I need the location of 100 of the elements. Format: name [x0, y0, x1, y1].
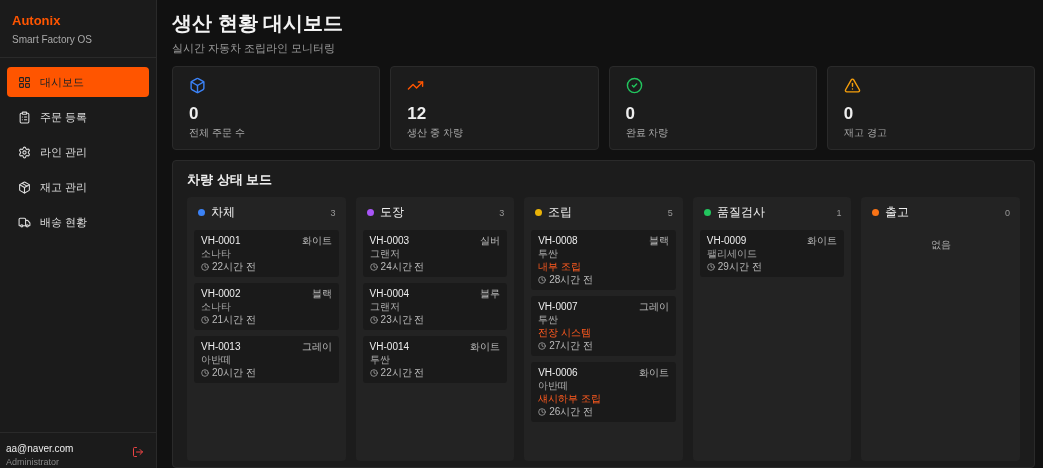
vehicle-id: VH-0002 [201, 288, 241, 300]
page-subtitle: 실시간 자동차 조립라인 모니터링 [172, 41, 337, 56]
vehicle-model: 그랜저 [369, 248, 401, 260]
vehicle-id: VH-0003 [369, 235, 410, 247]
clock-icon [706, 263, 715, 271]
nav-item[interactable]: 라인 관리 [7, 137, 149, 167]
column-title: 조립 [548, 204, 574, 221]
vehicle-model: 소나타 [201, 248, 232, 260]
logout-icon[interactable] [132, 446, 144, 458]
vehicle-model: 아반떼 [201, 354, 232, 366]
time-text: 27시간 전 [549, 340, 594, 352]
page-title: 생산 현황 대시보드 [172, 11, 345, 36]
clock-icon [201, 263, 209, 271]
process-step: 섀시하부 조립 [538, 393, 669, 405]
vehicle-card[interactable]: VH-0009 화이트 팰리세이드 29시간 전 [699, 230, 845, 277]
clock-icon [369, 316, 378, 324]
process-step: 내부 조립 [538, 261, 669, 273]
time-text: 22시간 전 [212, 261, 256, 273]
stat-value: 12 [407, 104, 428, 124]
vehicle-id: VH-0014 [369, 341, 410, 353]
stat-value: 0 [189, 104, 200, 124]
nav-item[interactable]: 재고 관리 [7, 172, 149, 202]
clock-icon [201, 316, 209, 324]
vehicle-id: VH-0008 [538, 235, 578, 247]
clock-icon [538, 342, 547, 350]
vehicle-card[interactable]: VH-0008 블랙 투싼 내부 조립 28시간 전 [531, 230, 676, 290]
stat-value: 0 [843, 104, 855, 124]
vehicle-card[interactable]: VH-0004 블루 그랜저 23시간 전 [362, 283, 508, 330]
vehicle-model: 투싼 [538, 248, 560, 260]
check-circle-icon [625, 77, 643, 94]
cube-icon [189, 77, 206, 94]
stat-label: 생산 중 차량 [407, 126, 464, 140]
time-text: 20시간 전 [212, 367, 256, 379]
time-text: 22시간 전 [380, 367, 425, 379]
process-step: 전장 시스템 [538, 327, 669, 339]
column-title: 차체 [211, 204, 236, 221]
vehicle-card[interactable]: VH-0002 블랙 소나타 21시간 전 [194, 283, 339, 330]
time-text: 29시간 전 [717, 261, 762, 273]
nav-item[interactable]: 배송 현황 [7, 207, 149, 237]
vehicle-color: 화이트 [470, 341, 501, 353]
time-text: 21시간 전 [212, 314, 256, 326]
gear-icon [18, 145, 31, 159]
clock-icon [369, 263, 378, 271]
time-text: 23시간 전 [380, 314, 425, 326]
vehicle-card[interactable]: VH-0006 화이트 아반떼 섀시하부 조립 26시간 전 [531, 362, 676, 422]
time-text: 24시간 전 [380, 261, 425, 273]
clock-icon [201, 369, 209, 377]
grid-icon [18, 75, 31, 89]
stat-label: 재고 경고 [843, 126, 888, 140]
stat-label: 전체 주문 수 [189, 126, 246, 140]
vehicle-color: 화이트 [807, 235, 838, 247]
vehicle-model: 투싼 [538, 314, 560, 326]
vehicle-color: 블랙 [311, 288, 332, 300]
column-title: 품질검사 [716, 204, 766, 221]
warning-icon [843, 77, 861, 94]
column-count: 3 [330, 207, 336, 218]
column-title: 도장 [379, 204, 405, 221]
vehicle-id: VH-0004 [369, 288, 410, 300]
nav-item[interactable]: 대시보드 [7, 67, 149, 97]
time-text: 26시간 전 [549, 406, 594, 418]
vehicle-id: VH-0009 [706, 235, 747, 247]
nav-item[interactable]: 주문 등록 [7, 102, 149, 132]
vehicle-model: 팰리세이드 [706, 248, 758, 260]
vehicle-card[interactable]: VH-0014 화이트 투싼 22시간 전 [362, 336, 508, 383]
board-title: 차량 상태 보드 [187, 171, 274, 189]
vehicle-id: VH-0001 [201, 235, 241, 247]
vehicle-model: 소나타 [201, 301, 232, 313]
stat-label: 완료 차량 [625, 126, 670, 140]
vehicle-color: 그레이 [301, 341, 332, 353]
vehicle-id: VH-0013 [201, 341, 241, 353]
clipboard-icon [18, 110, 31, 124]
vehicle-color: 블루 [480, 288, 501, 300]
clock-icon [369, 369, 378, 377]
truck-icon [18, 215, 31, 229]
column-count: 1 [836, 207, 842, 218]
user-role: Administrator [6, 457, 60, 467]
vehicle-card[interactable]: VH-0013 그레이 아반떼 20시간 전 [194, 336, 339, 383]
vehicle-color: 화이트 [301, 235, 332, 247]
package-icon [18, 180, 31, 194]
clock-icon [538, 408, 547, 416]
column-count: 3 [499, 207, 505, 218]
column-title: 출고 [885, 204, 911, 221]
vehicle-model: 투싼 [369, 354, 391, 366]
vehicle-card[interactable]: VH-0007 그레이 투싼 전장 시스템 27시간 전 [531, 296, 676, 356]
brand-subtitle: Smart Factory OS [12, 34, 93, 45]
time-text: 28시간 전 [549, 274, 594, 286]
vehicle-id: VH-0007 [538, 301, 578, 313]
stat-value: 0 [625, 104, 636, 124]
vehicle-card[interactable]: VH-0001 화이트 소나타 22시간 전 [194, 230, 339, 277]
vehicle-id: VH-0006 [538, 367, 578, 379]
column-count: 0 [1005, 207, 1010, 218]
brand-name: Autonix [12, 13, 62, 28]
user-email: aa@naver.com [6, 443, 74, 454]
vehicle-model: 아반떼 [538, 380, 570, 392]
vehicle-model: 그랜저 [369, 301, 401, 313]
clock-icon [538, 276, 547, 284]
empty-text: 없음 [929, 238, 952, 252]
vehicle-card[interactable]: VH-0003 실버 그랜저 24시간 전 [362, 230, 508, 277]
vehicle-color: 화이트 [638, 367, 669, 379]
vehicle-color: 블랙 [648, 235, 669, 247]
